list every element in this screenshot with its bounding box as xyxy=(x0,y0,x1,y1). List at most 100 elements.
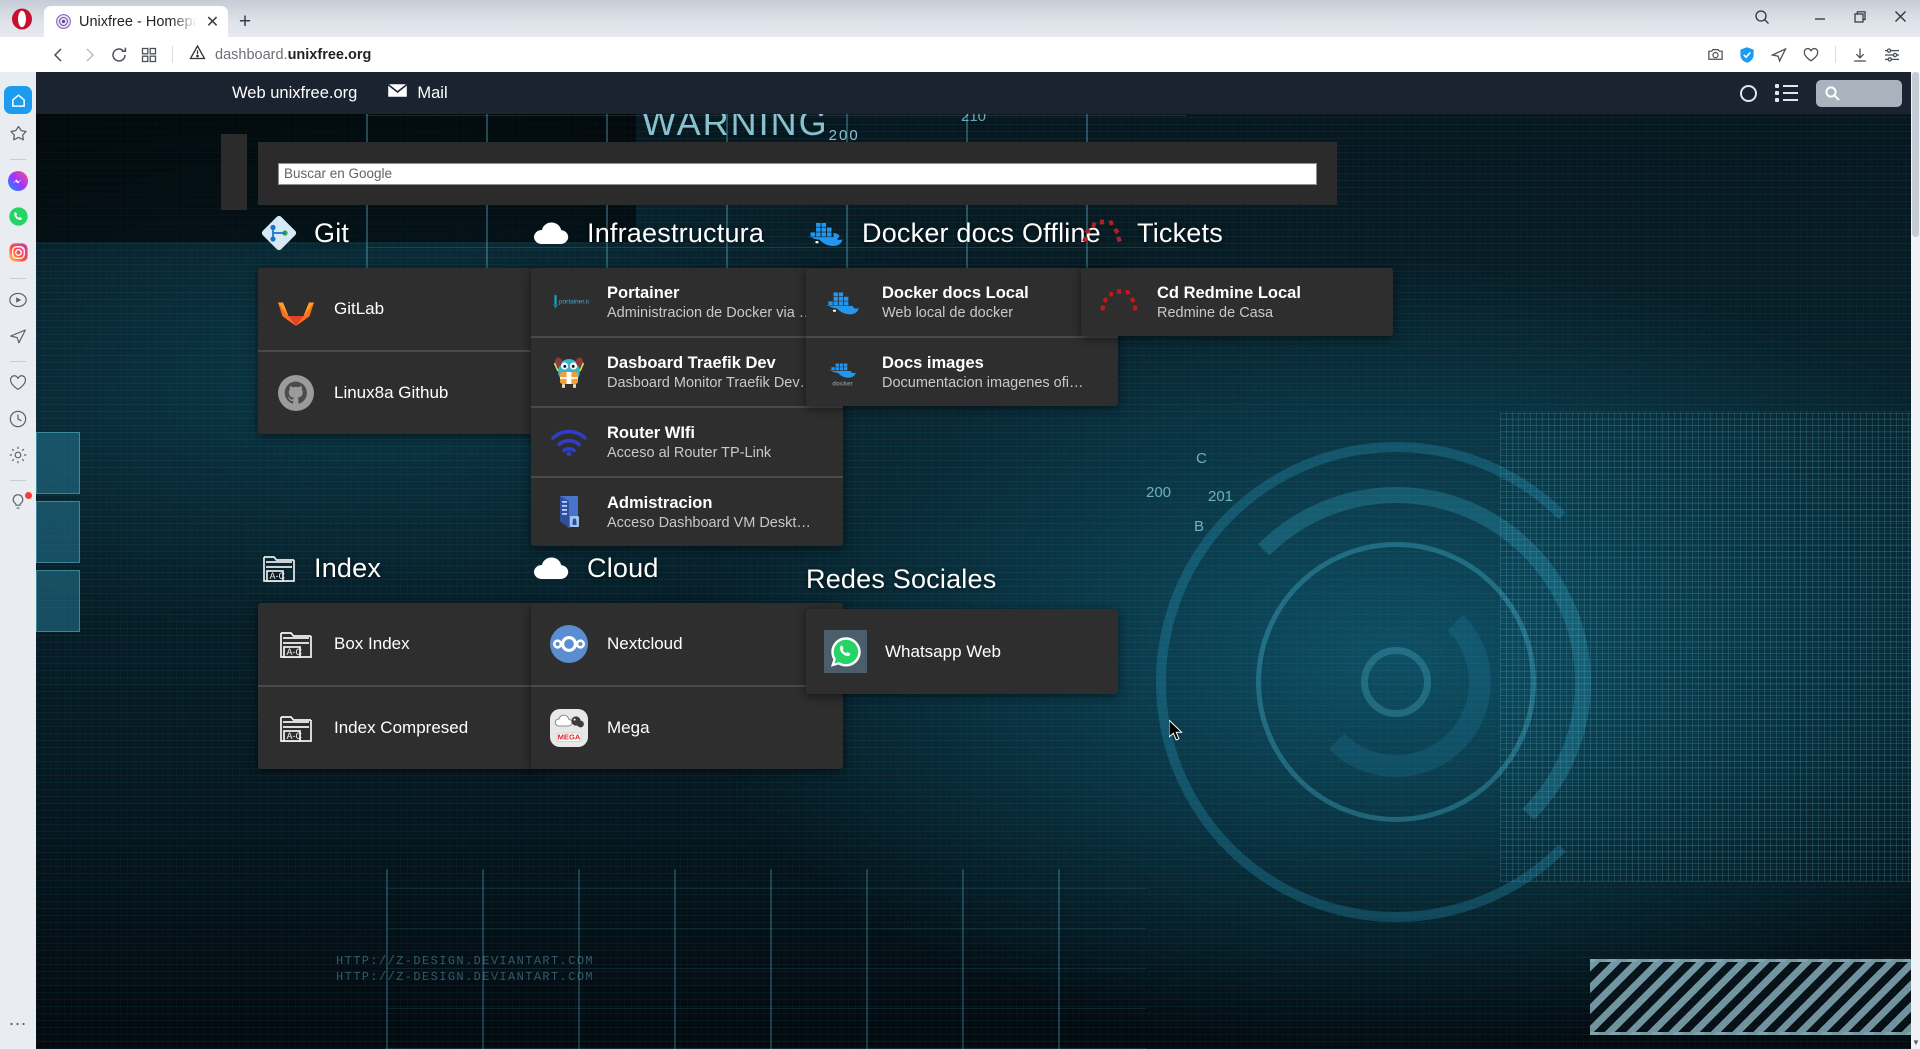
nav-link-label: Mail xyxy=(417,83,448,102)
tab-close-icon[interactable]: ✕ xyxy=(204,13,221,31)
dark-mode-circle-icon[interactable] xyxy=(1740,84,1757,102)
list-view-icon[interactable] xyxy=(1775,84,1798,102)
svg-text:MEGA: MEGA xyxy=(558,733,581,742)
bookmark-gitlab[interactable]: GitLab xyxy=(258,268,536,352)
sidebar-item-messenger[interactable] xyxy=(3,165,33,201)
warning-triangle-icon[interactable] xyxy=(189,44,206,66)
bookmark-text: Nextcloud xyxy=(607,634,683,654)
instagram-icon xyxy=(8,242,29,268)
download-icon[interactable] xyxy=(1844,40,1876,70)
traefik-icon xyxy=(549,352,589,392)
folder-index-icon: A-C xyxy=(258,547,300,589)
nav-divider-2 xyxy=(1835,46,1836,63)
bookmark-title: Portainer xyxy=(607,283,680,302)
bookmark-github[interactable]: Linux8a Github xyxy=(258,352,536,434)
new-tab-button[interactable]: + xyxy=(228,6,262,37)
easy-setup-icon[interactable] xyxy=(1876,40,1908,70)
sidebar-item-instagram[interactable] xyxy=(3,237,33,273)
vpn-shield-icon[interactable] xyxy=(1731,40,1763,70)
bookmark-box-index[interactable]: A-C Box Index xyxy=(258,603,536,687)
browser-sidebar: ⋯ xyxy=(0,72,36,1049)
server-icon xyxy=(549,492,589,532)
reload-button[interactable] xyxy=(104,40,134,70)
share-icon[interactable] xyxy=(1763,40,1795,70)
bookmark-mega[interactable]: MEGA Mega xyxy=(531,687,843,769)
sidebar-item-news[interactable] xyxy=(3,486,33,522)
cloud-icon xyxy=(531,547,573,589)
group-redes-sociales: Redes Sociales Whatsapp Web xyxy=(806,564,1118,694)
github-icon xyxy=(276,373,316,413)
nav-link-web-unixfree[interactable]: Web unixfree.org xyxy=(232,84,357,103)
bookmark-nextcloud[interactable]: Nextcloud xyxy=(531,603,843,687)
sidebar-item-whatsapp[interactable] xyxy=(3,201,33,237)
bookmark-docs-images[interactable]: docker Docs images Documentacion imagene… xyxy=(806,338,1118,406)
group-header: Cloud xyxy=(531,547,843,589)
home-icon xyxy=(4,86,32,114)
bookmark-subtitle: Redmine de Casa xyxy=(1157,304,1274,321)
bookmark-title: Linux8a Github xyxy=(334,383,449,402)
group-title: Docker docs Offline xyxy=(862,217,1101,248)
bookmark-title: Router WIfi xyxy=(607,423,695,442)
sidebar-item-speed-dial[interactable] xyxy=(3,118,33,154)
sidebar-item-bookmarks[interactable] xyxy=(3,367,33,403)
bookmark-text: Whatsapp Web xyxy=(885,642,1001,662)
search-input[interactable] xyxy=(278,162,1317,185)
site-nav-links: Web unixfree.org Mail xyxy=(232,83,448,103)
bookmark-docker-docs-local[interactable]: Docker docs Local Web local de docker xyxy=(806,268,1118,338)
sidebar-item-player[interactable] xyxy=(3,284,33,320)
heart-icon[interactable] xyxy=(1795,40,1827,70)
bookmark-text: Box Index xyxy=(334,634,410,654)
group-card-list: Nextcloud MEGA Mega xyxy=(531,603,843,769)
group-title: Infraestructura xyxy=(587,217,765,248)
wifi-icon xyxy=(549,422,589,462)
browser-tab[interactable]: Unixfree - Homepage ✕ xyxy=(44,6,228,37)
bookmark-router-wifi[interactable]: Router WIfi Acceso al Router TP-Link xyxy=(531,408,843,478)
sidebar-divider-2 xyxy=(10,278,26,279)
sidebar-item-settings[interactable] xyxy=(3,439,33,475)
maximize-icon[interactable] xyxy=(1840,0,1880,33)
bookmark-title: Cd Redmine Local xyxy=(1157,283,1301,302)
group-header: A-C Index xyxy=(258,547,536,589)
minimize-icon[interactable] xyxy=(1800,0,1840,33)
search-icon[interactable] xyxy=(1742,0,1782,33)
bookmark-index-compresed[interactable]: A-C Index Compresed xyxy=(258,687,536,769)
svg-text:docker: docker xyxy=(832,380,853,387)
forward-button[interactable] xyxy=(74,40,104,70)
group-title: Tickets xyxy=(1137,217,1223,248)
bookmark-redmine-local[interactable]: Cd Redmine Local Redmine de Casa xyxy=(1081,268,1393,336)
group-title: Redes Sociales xyxy=(806,564,997,594)
bookmark-portainer[interactable]: portainer.io Portainer Administracion de… xyxy=(531,268,843,338)
tabs-overview-icon[interactable] xyxy=(134,40,164,70)
bookmark-traefik[interactable]: Dasboard Traefik Dev Dasboard Monitor Tr… xyxy=(531,338,843,408)
group-title: Cloud xyxy=(587,552,659,583)
page-scrollbar[interactable]: ▼ xyxy=(1911,72,1920,1049)
site-search-box[interactable] xyxy=(1816,79,1902,107)
docker-icon xyxy=(806,212,848,254)
bookmark-admistracion[interactable]: Admistracion Acceso Dashboard VM Deskt… xyxy=(531,478,843,546)
scrollbar-arrow-icon[interactable]: ▼ xyxy=(1912,1038,1920,1047)
scrollbar-thumb[interactable] xyxy=(1912,72,1919,237)
nav-link-mail[interactable]: Mail xyxy=(387,83,448,103)
envelope-icon xyxy=(387,83,409,103)
bookmark-board: Git GitLab Linux8a Github Infraestructur… xyxy=(36,202,1920,1049)
title-bar: Unixfree - Homepage ✕ + xyxy=(0,0,1920,37)
sidebar-overflow-button[interactable]: ⋯ xyxy=(9,1014,28,1035)
sidebar-item-home[interactable] xyxy=(3,82,33,118)
bookmark-whatsapp-web[interactable]: Whatsapp Web xyxy=(806,609,1118,694)
messenger-icon xyxy=(7,170,29,197)
bookmark-title: Docs images xyxy=(882,353,984,372)
sidebar-item-history[interactable] xyxy=(3,403,33,439)
camera-icon[interactable] xyxy=(1699,40,1731,70)
bookmark-title: Index Compresed xyxy=(334,718,469,737)
gear-icon xyxy=(8,445,28,470)
close-icon[interactable] xyxy=(1880,0,1920,33)
back-button[interactable] xyxy=(44,40,74,70)
bookmark-text: Cd Redmine Local Redmine de Casa xyxy=(1157,284,1301,321)
sidebar-item-telegram[interactable] xyxy=(3,320,33,356)
nav-link-label: Web unixfree.org xyxy=(232,83,358,102)
player-icon xyxy=(8,290,28,315)
docker-small-icon: docker xyxy=(824,352,864,392)
address-bar[interactable]: dashboard.unixfree.org xyxy=(189,44,1699,66)
svg-text:A-C: A-C xyxy=(270,571,286,581)
google-search-panel xyxy=(258,142,1337,205)
